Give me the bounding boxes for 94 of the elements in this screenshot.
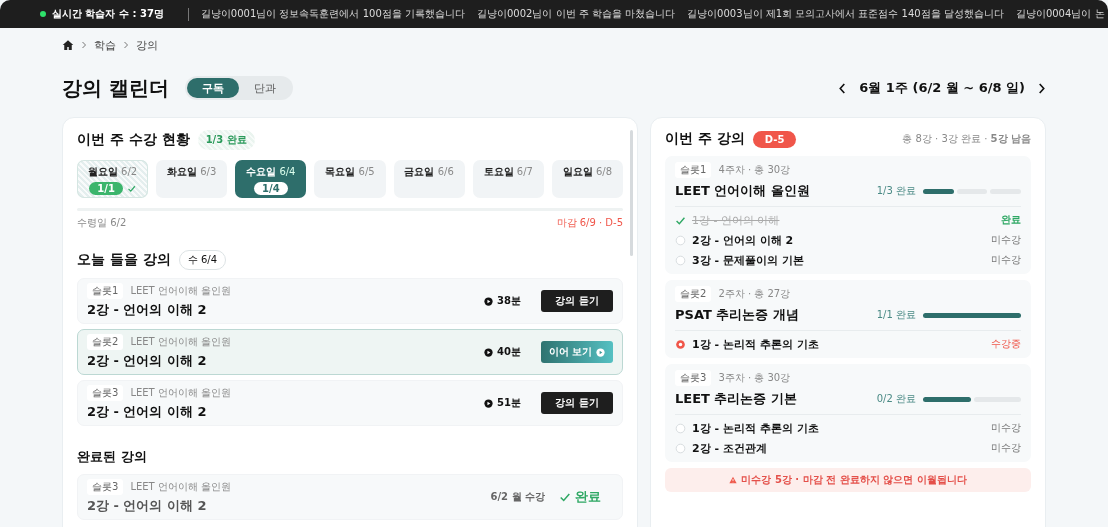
progress-label: 0/2 완료 xyxy=(876,392,916,406)
slot-tag: 슬롯1 xyxy=(87,283,124,299)
day-tab[interactable]: 월요일 6/2 1/1 xyxy=(77,160,149,198)
home-icon[interactable] xyxy=(62,39,74,51)
play-icon xyxy=(484,347,494,357)
day-tab[interactable]: 목요일 6/5 xyxy=(314,160,386,198)
lecture-status: 미수강 xyxy=(991,441,1021,455)
in-progress-icon xyxy=(675,338,686,350)
previous-week-icon[interactable] xyxy=(838,81,848,95)
deadline-badge: D-5 xyxy=(752,130,797,148)
lecture-title[interactable]: 1강 - 논리적 추론의 기초 xyxy=(692,336,985,352)
check-icon xyxy=(559,491,571,503)
completed-status: 완료 xyxy=(575,488,601,506)
slot-tag: 슬롯3 xyxy=(675,370,712,386)
course-name: LEET 언어이해 올인원 xyxy=(130,284,232,298)
play-icon xyxy=(484,398,494,408)
watch-button[interactable]: 강의 듣기 xyxy=(541,290,613,312)
course-meta: 3주차 · 총 30강 xyxy=(718,371,791,385)
lecture-title: 2강 - 언어의 이해 2 xyxy=(87,301,208,319)
progress-label: 1/3 완료 xyxy=(876,184,916,198)
day-tab[interactable]: 화요일 6/3 xyxy=(156,160,228,198)
lecture-status: 미수강 xyxy=(991,421,1021,435)
warning-icon xyxy=(729,476,738,484)
section-title: 이번 주 강의 xyxy=(665,130,745,148)
duration: 38분 xyxy=(497,294,521,308)
day-tab[interactable]: 토요일 6/7 xyxy=(472,160,544,198)
day-tab[interactable]: 금요일 6/6 xyxy=(393,160,465,198)
live-dot-icon xyxy=(40,11,46,17)
course-name: LEET 언어이해 올인원 xyxy=(130,386,232,400)
section-title: 완료된 강의 xyxy=(77,448,147,466)
lecture-status: 수강중 xyxy=(991,337,1021,351)
duration: 51분 xyxy=(497,396,521,410)
watch-button[interactable]: 강의 듣기 xyxy=(541,392,613,414)
empty-circle-icon xyxy=(675,442,686,454)
slot-tag: 슬롯3 xyxy=(87,385,124,401)
day-tab[interactable]: 수요일 6/4 1/4 xyxy=(235,160,307,198)
course-title: PSAT 추리논증 개념 xyxy=(675,306,800,324)
empty-circle-icon xyxy=(675,254,686,266)
watched-date: 6/2 월 수강 xyxy=(490,490,545,504)
check-icon xyxy=(126,184,136,193)
section-title: 오늘 들을 강의 xyxy=(77,251,171,269)
warning-text: 미수강 5강 · 마감 전 완료하지 않으면 이월됩니다 xyxy=(741,473,967,487)
lecture-summary: 총 8강 · 3강 완료 · 5강 남음 xyxy=(902,132,1031,146)
slot-tag: 슬롯2 xyxy=(675,286,712,302)
slot-tag: 슬롯3 xyxy=(87,479,124,495)
course-meta: 2주차 · 총 27강 xyxy=(718,287,791,301)
scrollbar[interactable] xyxy=(630,130,633,256)
toggle-tab[interactable]: 단과 xyxy=(238,78,291,98)
lecture-title: 2강 - 언어의 이해 2 xyxy=(87,497,208,515)
ticker-message: 길냥이0001님이 정보속독훈련에서 100점을 기록했습니다 xyxy=(200,7,465,21)
course-name: LEET 언어이해 올인원 xyxy=(130,480,232,494)
play-icon xyxy=(484,296,494,306)
course-title: LEET 언어이해 올인원 xyxy=(675,182,811,200)
ticker-message: 길냥이0004님이 논 xyxy=(1015,7,1105,21)
lecture-title[interactable]: 1강 - 논리적 추론의 기초 xyxy=(692,420,985,436)
ticker-message: 길냥이0002님이 이번 주 학습을 마쳤습니다 xyxy=(476,7,676,21)
lecture-status: 미수강 xyxy=(991,233,1021,247)
lecture-title: 2강 - 언어의 이해 2 xyxy=(87,403,208,421)
lecture-title[interactable]: 2강 - 언어의 이해 2 xyxy=(692,232,985,248)
breadcrumb-link[interactable]: 강의 xyxy=(136,37,158,53)
empty-circle-icon xyxy=(675,422,686,434)
slot-tag: 슬롯2 xyxy=(87,334,124,350)
chevron-right-icon xyxy=(122,41,130,49)
lecture-row[interactable]: 슬롯2 LEET 언어이해 올인원 2강 - 언어의 이해 2 40분 이어 보기 xyxy=(77,329,623,375)
lecture-row[interactable]: 슬롯1 LEET 언어이해 올인원 2강 - 언어의 이해 2 38분 강의 듣기 xyxy=(77,278,623,324)
live-learners-label: 실시간 학습자 수 : 37명 xyxy=(40,7,164,21)
breadcrumb-link[interactable]: 학습 xyxy=(94,37,116,53)
week-range: 6월 1주 (6/2 월 ~ 6/8 일) xyxy=(859,79,1025,97)
next-week-icon[interactable] xyxy=(1037,81,1046,95)
chevron-right-icon xyxy=(80,41,88,49)
start-date: 수령일 6/2 xyxy=(77,216,127,230)
duration: 40분 xyxy=(497,345,521,359)
course-title: LEET 추리논증 기본 xyxy=(675,390,798,408)
ticker-message: 길냥이0003님이 제1회 모의고사에서 표준점수 140점을 달성했습니다 xyxy=(687,7,1004,21)
resume-button[interactable]: 이어 보기 xyxy=(541,341,613,363)
lecture-status: 미수강 xyxy=(991,253,1021,267)
toggle-tab[interactable]: 구독 xyxy=(186,78,239,98)
progress-badge: 1/3 완료 xyxy=(197,130,255,150)
play-icon xyxy=(596,347,606,357)
day-tab[interactable]: 일요일 6/8 xyxy=(551,160,623,198)
lecture-status: 완료 xyxy=(1001,213,1021,227)
deadline-date: 마감 6/9 · D-5 xyxy=(556,216,623,230)
lecture-title[interactable]: 3강 - 문제풀이의 기본 xyxy=(692,252,985,268)
empty-circle-icon xyxy=(675,234,686,246)
lecture-title[interactable]: 2강 - 조건관계 xyxy=(692,440,985,456)
course-meta: 4주차 · 총 30강 xyxy=(718,163,791,177)
progress-label: 1/1 완료 xyxy=(876,308,916,322)
slot-tag: 슬롯1 xyxy=(675,162,712,178)
section-title: 이번 주 수강 현황 xyxy=(77,131,190,149)
lecture-row[interactable]: 슬롯3 LEET 언어이해 올인원 2강 - 언어의 이해 2 51분 강의 듣기 xyxy=(77,380,623,426)
completed-lecture-row[interactable]: 슬롯3 LEET 언어이해 올인원 2강 - 언어의 이해 2 6/2 월 수강 완료 xyxy=(77,474,623,520)
page-title: 강의 캘린더 xyxy=(62,74,169,102)
course-name: LEET 언어이해 올인원 xyxy=(130,335,232,349)
lecture-title: 2강 - 언어의 이해 2 xyxy=(87,352,208,370)
